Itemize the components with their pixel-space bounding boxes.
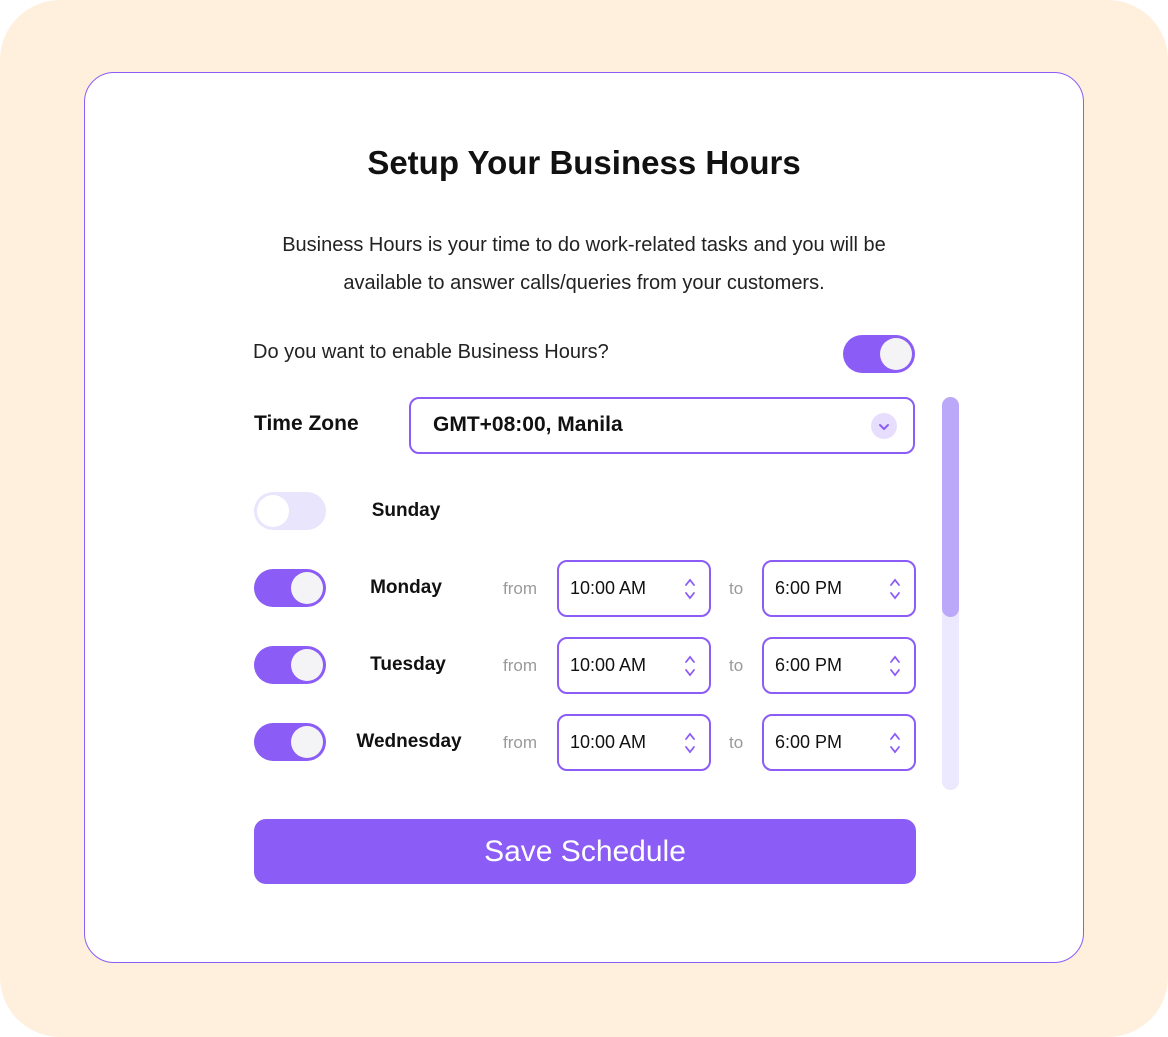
schedule-scrollbar[interactable] [942, 397, 959, 790]
time-value: 10:00 AM [570, 655, 647, 675]
timezone-select[interactable]: GMT+08:00, Manila [409, 397, 915, 454]
timezone-value: GMT+08:00, Manila [433, 413, 623, 436]
toggle-knob [291, 726, 323, 758]
monday-from-time-input[interactable]: 10:00 AM [557, 560, 711, 617]
enable-business-hours-label: Do you want to enable Business Hours? [253, 341, 609, 363]
spinner-icon[interactable] [683, 652, 697, 680]
time-value: 6:00 PM [775, 655, 843, 675]
tuesday-from-time-input[interactable]: 10:00 AM [557, 637, 711, 694]
time-value: 10:00 AM [570, 732, 647, 752]
day-label-monday: Monday [370, 577, 442, 598]
monday-toggle[interactable] [254, 569, 326, 607]
to-label: to [729, 579, 744, 598]
tuesday-toggle[interactable] [254, 646, 326, 684]
save-schedule-button[interactable]: Save Schedule [254, 819, 916, 884]
toggle-knob [291, 572, 323, 604]
wednesday-toggle[interactable] [254, 723, 326, 761]
to-label: to [729, 656, 744, 675]
time-value: 6:00 PM [775, 732, 843, 752]
timezone-label: Time Zone [254, 412, 359, 435]
from-label: from [503, 733, 537, 752]
scrollbar-thumb[interactable] [942, 397, 959, 617]
from-label: from [503, 656, 537, 675]
time-value: 6:00 PM [775, 578, 843, 598]
to-label: to [729, 733, 744, 752]
page-title: Setup Your Business Hours [367, 144, 801, 181]
from-label: from [503, 579, 537, 598]
sunday-toggle[interactable] [254, 492, 326, 530]
chevron-down-icon[interactable] [871, 413, 897, 439]
spinner-icon[interactable] [683, 729, 697, 757]
toggle-knob [880, 338, 912, 370]
toggle-knob [257, 495, 289, 527]
wednesday-to-time-input[interactable]: 6:00 PM [762, 714, 916, 771]
spinner-icon[interactable] [888, 729, 902, 757]
day-label-wednesday: Wednesday [356, 731, 462, 752]
spinner-icon[interactable] [888, 575, 902, 603]
spinner-icon[interactable] [683, 575, 697, 603]
tuesday-to-time-input[interactable]: 6:00 PM [762, 637, 916, 694]
wednesday-from-time-input[interactable]: 10:00 AM [557, 714, 711, 771]
page-description: Business Hours is your time to do work-r… [282, 234, 886, 294]
toggle-knob [291, 649, 323, 681]
spinner-icon[interactable] [888, 652, 902, 680]
enable-business-hours-toggle[interactable] [843, 335, 915, 373]
time-value: 10:00 AM [570, 578, 647, 598]
day-label-tuesday: Tuesday [370, 654, 446, 675]
monday-to-time-input[interactable]: 6:00 PM [762, 560, 916, 617]
day-label-sunday: Sunday [371, 500, 441, 521]
